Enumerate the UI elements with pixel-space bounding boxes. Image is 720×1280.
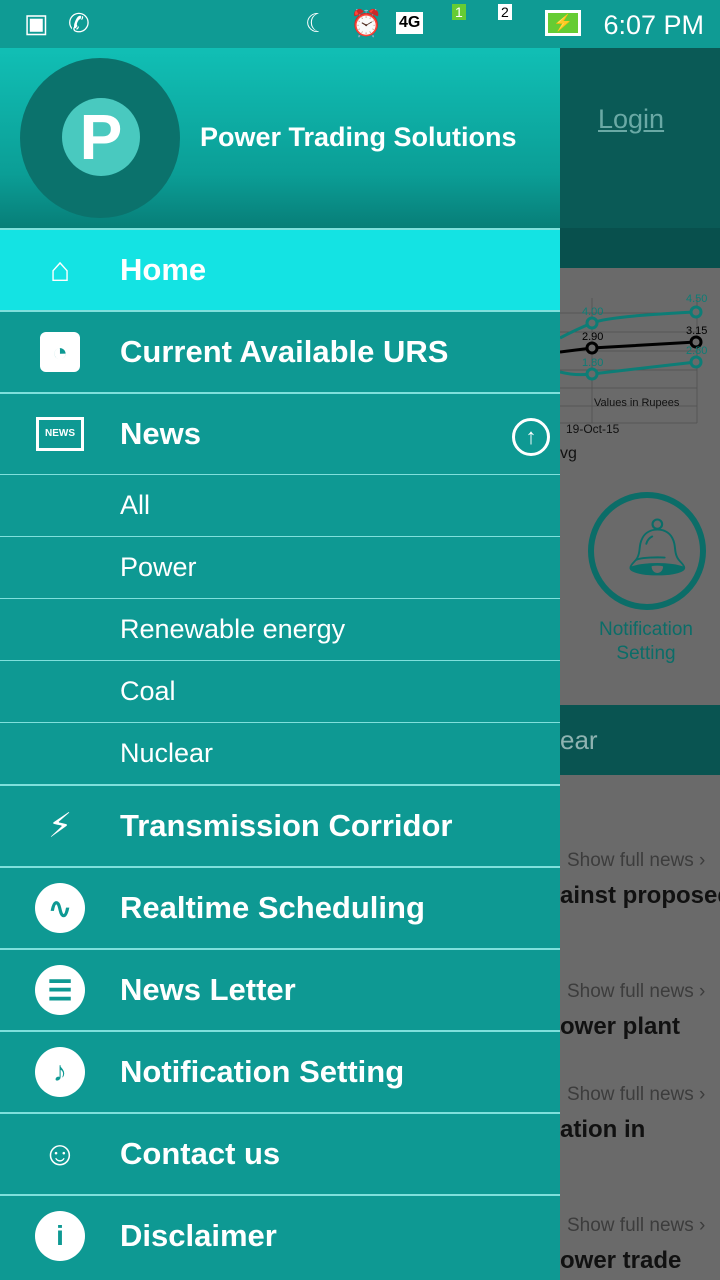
section-band-label: ear (560, 725, 598, 755)
info-icon: i (35, 1211, 85, 1261)
drawer-item-label: Contact us (120, 1136, 281, 1171)
chart-date: 19-Oct-15 (566, 422, 620, 436)
bell-icon: ♪ (35, 1047, 85, 1097)
show-full-news-link[interactable]: Show full news › (567, 981, 705, 1003)
drawer-item-news-letter[interactable]: ☰ News Letter (0, 948, 560, 1030)
series-max (560, 310, 697, 340)
contact-person-icon: ☺ (42, 1134, 78, 1173)
notification-setting-button[interactable]: 🔔︎ (588, 492, 706, 610)
drawer-item-label: Transmission Corridor (120, 808, 453, 843)
news-sub-power[interactable]: Power (0, 536, 560, 598)
show-full-news-link[interactable]: Show full news › (567, 1084, 705, 1106)
data-label: 4.50 (686, 293, 707, 305)
data-label: 4.00 (582, 306, 603, 318)
collapse-arrow-up-icon[interactable]: ↑ (512, 418, 550, 456)
drawer-item-contact-us[interactable]: ☺ Contact us (0, 1112, 560, 1194)
network-type: 4G (396, 12, 424, 34)
show-full-news-link[interactable]: Show full news › (567, 1215, 705, 1237)
drawer-item-label: News Letter (120, 972, 296, 1007)
document-icon: ☰ (35, 965, 85, 1015)
app-title: Power Trading Solutions (200, 122, 517, 152)
sim1-signal-icon: 1 (452, 4, 466, 20)
drawer-item-transmission-corridor[interactable]: ⚡︎ Transmission Corridor (0, 784, 560, 866)
news-sub-all[interactable]: All (0, 474, 560, 536)
news-sub-nuclear[interactable]: Nuclear (0, 722, 560, 784)
drawer-item-notification-setting[interactable]: ♪ Notification Setting (0, 1030, 560, 1112)
rss-icon: ◔ (0, 332, 120, 372)
app-header (560, 48, 720, 228)
point (585, 316, 599, 330)
tv-news-icon: NEWS (0, 417, 120, 451)
drawer-item-home[interactable]: ⌂ Home (0, 228, 560, 310)
drawer-item-label: News (120, 416, 201, 451)
chart-caption: Values in Rupees (594, 397, 680, 409)
drawer-item-label: Realtime Scheduling (120, 890, 425, 925)
series-min (560, 360, 697, 377)
app-band (560, 228, 720, 268)
data-label: 3.15 (686, 325, 707, 337)
navigation-drawer: P Power Trading Solutions ⌂ Home ◔ Current… (0, 48, 560, 1280)
chart-legend-partial: vg (560, 445, 577, 462)
logo-p-bolt-icon: P (62, 98, 140, 176)
news-sub-renewable-energy[interactable]: Renewable energy (0, 598, 560, 660)
login-link[interactable]: Login (598, 104, 664, 135)
data-label: 1.80 (582, 357, 603, 369)
drawer-header: P Power Trading Solutions (0, 48, 560, 228)
drawer-item-disclaimer[interactable]: i Disclaimer (0, 1194, 560, 1276)
point (689, 305, 703, 319)
data-label: 2.80 (686, 345, 707, 357)
drawer-item-news[interactable]: NEWS News ↑ (0, 392, 560, 474)
alarm-icon: ⏰ (350, 8, 383, 38)
app-logo: P (20, 58, 180, 218)
drawer-item-label: Home (120, 252, 207, 287)
sim2-signal-icon: 2 (498, 4, 512, 20)
pulse-icon: ∿ (35, 883, 85, 933)
moon-icon: ☾ (305, 8, 329, 38)
home-icon: ⌂ (49, 250, 71, 289)
drawer-item-current-available-urs[interactable]: ◔ Current Available URS (0, 310, 560, 392)
transmission-tower-icon: ⚡︎ (48, 807, 72, 845)
data-label: 2.90 (582, 331, 603, 343)
news-title[interactable]: ower trade (560, 1247, 681, 1275)
drawer-item-realtime-scheduling[interactable]: ∿ Realtime Scheduling (0, 866, 560, 948)
clock: 6:07 PM (603, 10, 704, 40)
status-bar: ▣ ✆ ☾ ⏰ 4G 1 2 ⚡ 6:07 PM (0, 0, 720, 48)
drawer-item-label: Disclaimer (120, 1218, 277, 1253)
battery-charging-icon: ⚡ (545, 10, 581, 36)
point (585, 367, 599, 381)
show-full-news-link[interactable]: Show full news › (567, 850, 705, 872)
android-icon: ▣ (24, 8, 49, 38)
section-band: ear (560, 705, 720, 775)
news-title[interactable]: ainst proposed (560, 882, 720, 910)
notification-setting-label: Notification Setting (599, 619, 693, 664)
bell-icon: 🔔︎ (622, 515, 694, 578)
news-sub-coal[interactable]: Coal (0, 660, 560, 722)
call-chat-icon: ✆ (68, 8, 90, 38)
price-chart: 4.00 4.50 2.90 3.15 1.80 2.80 Values in … (560, 293, 707, 462)
point (585, 341, 599, 355)
news-title[interactable]: ower plant (560, 1013, 680, 1041)
drawer-item-label: Notification Setting (120, 1054, 405, 1089)
drawer-item-label: Current Available URS (120, 334, 449, 369)
point (689, 355, 703, 369)
news-title[interactable]: ation in (560, 1116, 645, 1144)
